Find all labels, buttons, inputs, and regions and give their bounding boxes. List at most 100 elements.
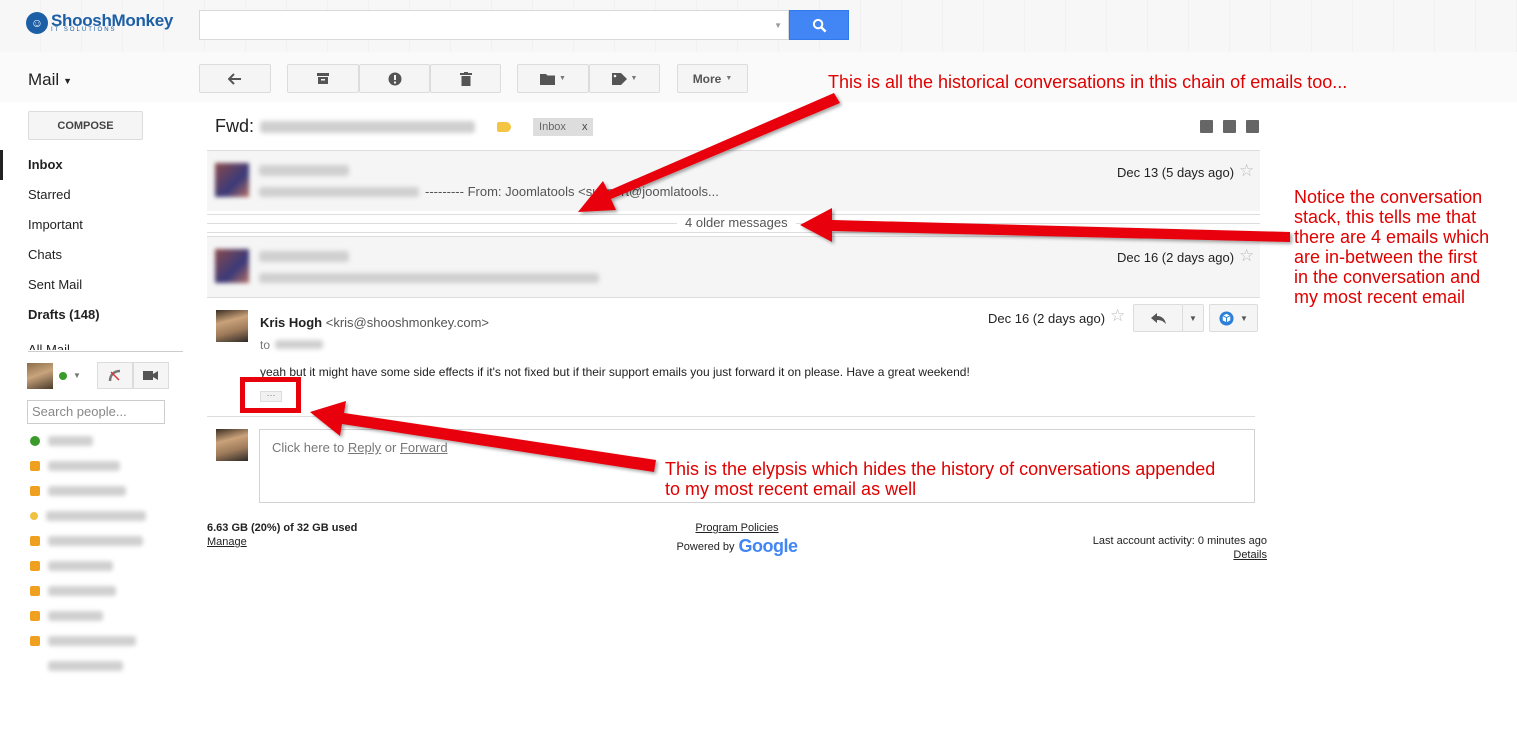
list-item[interactable] bbox=[30, 528, 146, 553]
chat-controls: ▼ bbox=[27, 362, 169, 389]
move-to-button[interactable]: ▼ bbox=[517, 64, 589, 93]
top-bar: ☺ ShooshMonkey IT SOLUTIONS ▼ bbox=[0, 0, 1517, 52]
list-item[interactable] bbox=[30, 628, 146, 653]
recipient-line[interactable]: to bbox=[260, 338, 324, 352]
back-button[interactable] bbox=[199, 64, 271, 93]
collapsed-message[interactable]: Dec 16 (2 days ago) ☆ bbox=[207, 236, 1260, 297]
star-icon[interactable]: ☆ bbox=[1239, 246, 1254, 266]
android-icon bbox=[30, 635, 40, 646]
android-icon bbox=[30, 460, 40, 471]
collapsed-message[interactable]: Dec 13 (5 days ago) ☆ --------- From: Jo… bbox=[207, 150, 1260, 211]
manage-link[interactable]: Manage bbox=[207, 536, 357, 548]
reply-button[interactable] bbox=[1133, 304, 1183, 332]
list-item[interactable] bbox=[30, 653, 146, 678]
search-options-caret-icon[interactable]: ▼ bbox=[774, 21, 782, 30]
download-icon[interactable] bbox=[1200, 120, 1213, 133]
last-activity: Last account activity: 0 minutes ago bbox=[1092, 535, 1267, 547]
compose-button[interactable]: COMPOSE bbox=[28, 111, 143, 140]
new-window-icon[interactable] bbox=[1246, 120, 1259, 133]
reply-link[interactable]: Reply bbox=[348, 440, 381, 455]
powered-by-label: Powered by bbox=[676, 540, 735, 553]
chevron-down-icon: ▼ bbox=[725, 75, 733, 82]
sidebar-item-drafts[interactable]: Drafts (148) bbox=[0, 300, 190, 330]
label-tag-icon bbox=[611, 72, 627, 85]
list-item[interactable] bbox=[30, 603, 146, 628]
avatar bbox=[215, 249, 249, 283]
archive-icon bbox=[317, 73, 329, 84]
phone-call-button[interactable] bbox=[96, 362, 133, 389]
search-button[interactable] bbox=[789, 10, 849, 40]
forward-link[interactable]: Forward bbox=[400, 440, 448, 455]
avatar bbox=[216, 429, 248, 461]
mail-label: Mail bbox=[28, 70, 60, 89]
list-item[interactable] bbox=[30, 578, 146, 603]
report-spam-icon bbox=[388, 72, 401, 85]
sidebar-item-inbox[interactable]: Inbox bbox=[0, 150, 190, 180]
avatar bbox=[216, 310, 248, 342]
sidebar-item-all-mail[interactable]: All Mail bbox=[0, 330, 190, 350]
storage-usage: 6.63 GB (20%) of 32 GB used bbox=[207, 522, 358, 534]
mail-switcher[interactable]: Mail ▼ bbox=[28, 70, 72, 90]
archive-button[interactable] bbox=[287, 64, 359, 93]
addon-button[interactable]: ▼ bbox=[1209, 304, 1258, 332]
cube-addon-icon bbox=[1219, 310, 1234, 326]
status-online-icon[interactable] bbox=[59, 371, 67, 380]
more-button[interactable]: More ▼ bbox=[677, 64, 748, 93]
list-item[interactable] bbox=[30, 478, 146, 503]
remove-label-button[interactable]: x bbox=[582, 121, 588, 133]
labels-button[interactable]: ▼ bbox=[589, 64, 660, 93]
sidebar-divider bbox=[28, 351, 183, 352]
older-messages-stack[interactable]: 4 older messages bbox=[207, 211, 1260, 236]
back-arrow-icon bbox=[228, 72, 241, 85]
print-icon[interactable] bbox=[1223, 120, 1236, 133]
chevron-down-icon: ▼ bbox=[1189, 313, 1197, 323]
program-policies-link[interactable]: Program Policies bbox=[670, 522, 804, 534]
reply-options-button[interactable]: ▼ bbox=[1182, 304, 1204, 332]
android-icon bbox=[30, 485, 40, 496]
older-messages-link[interactable]: 4 older messages bbox=[677, 215, 796, 230]
video-call-button[interactable] bbox=[132, 362, 169, 389]
list-item[interactable] bbox=[30, 503, 146, 528]
message-body: yeah but it might have some side effects… bbox=[260, 365, 970, 379]
reply-prompt: Click here to Reply or Forward bbox=[272, 440, 448, 455]
annotation-right: Notice the conversation stack, this tell… bbox=[1294, 187, 1490, 307]
delete-button[interactable] bbox=[430, 64, 501, 93]
chevron-down-icon: ▼ bbox=[1240, 313, 1248, 323]
chevron-down-icon: ▼ bbox=[63, 75, 73, 86]
annotation-bottom: This is the elypsis which hides the hist… bbox=[665, 459, 1216, 499]
sidebar-item-starred[interactable]: Starred bbox=[0, 180, 190, 210]
status-idle-icon bbox=[30, 511, 38, 520]
message-date: Dec 13 (5 days ago) bbox=[1117, 165, 1235, 180]
list-item[interactable] bbox=[30, 553, 146, 578]
avatar[interactable] bbox=[27, 362, 53, 389]
sidebar-item-important[interactable]: Important bbox=[0, 210, 190, 240]
sender-name[interactable]: Kris Hogh bbox=[260, 315, 322, 330]
list-item[interactable] bbox=[30, 453, 146, 478]
brand-logo[interactable]: ☺ ShooshMonkey IT SOLUTIONS bbox=[26, 12, 173, 34]
report-spam-button[interactable] bbox=[359, 64, 430, 93]
search-people-input[interactable]: Search people... bbox=[27, 400, 165, 424]
sidebar-item-chats[interactable]: Chats bbox=[0, 240, 190, 270]
folder-icon bbox=[540, 73, 556, 85]
list-item[interactable] bbox=[30, 428, 146, 453]
star-icon[interactable]: ☆ bbox=[1239, 161, 1254, 181]
thread-actions bbox=[1200, 120, 1259, 133]
important-marker-icon[interactable] bbox=[497, 121, 512, 132]
search-input[interactable]: ▼ bbox=[199, 10, 789, 40]
account-activity: Last account activity: 0 minutes ago Det… bbox=[1060, 535, 1267, 561]
open-message: Kris Hogh <kris@shooshmonkey.com> to Dec… bbox=[207, 297, 1260, 417]
details-link[interactable]: Details bbox=[1060, 549, 1267, 561]
sidebar-nav: Inbox Starred Important Chats Sent Mail … bbox=[0, 150, 190, 350]
contact-list bbox=[30, 428, 146, 678]
star-icon[interactable]: ☆ bbox=[1110, 306, 1125, 326]
chevron-down-icon[interactable]: ▼ bbox=[73, 371, 81, 380]
thread-subject: Fwd: Inbox x bbox=[215, 116, 594, 137]
label-chip-text: Inbox bbox=[539, 120, 566, 133]
google-logo: Google bbox=[738, 536, 799, 556]
monkey-logo-icon: ☺ bbox=[26, 12, 48, 34]
video-camera-icon bbox=[143, 371, 159, 380]
storage-info: 6.63 GB (20%) of 32 GB used Manage bbox=[207, 522, 357, 548]
subject-redacted bbox=[260, 120, 476, 133]
more-label: More bbox=[692, 71, 722, 86]
sidebar-item-sent-mail[interactable]: Sent Mail bbox=[0, 270, 190, 300]
